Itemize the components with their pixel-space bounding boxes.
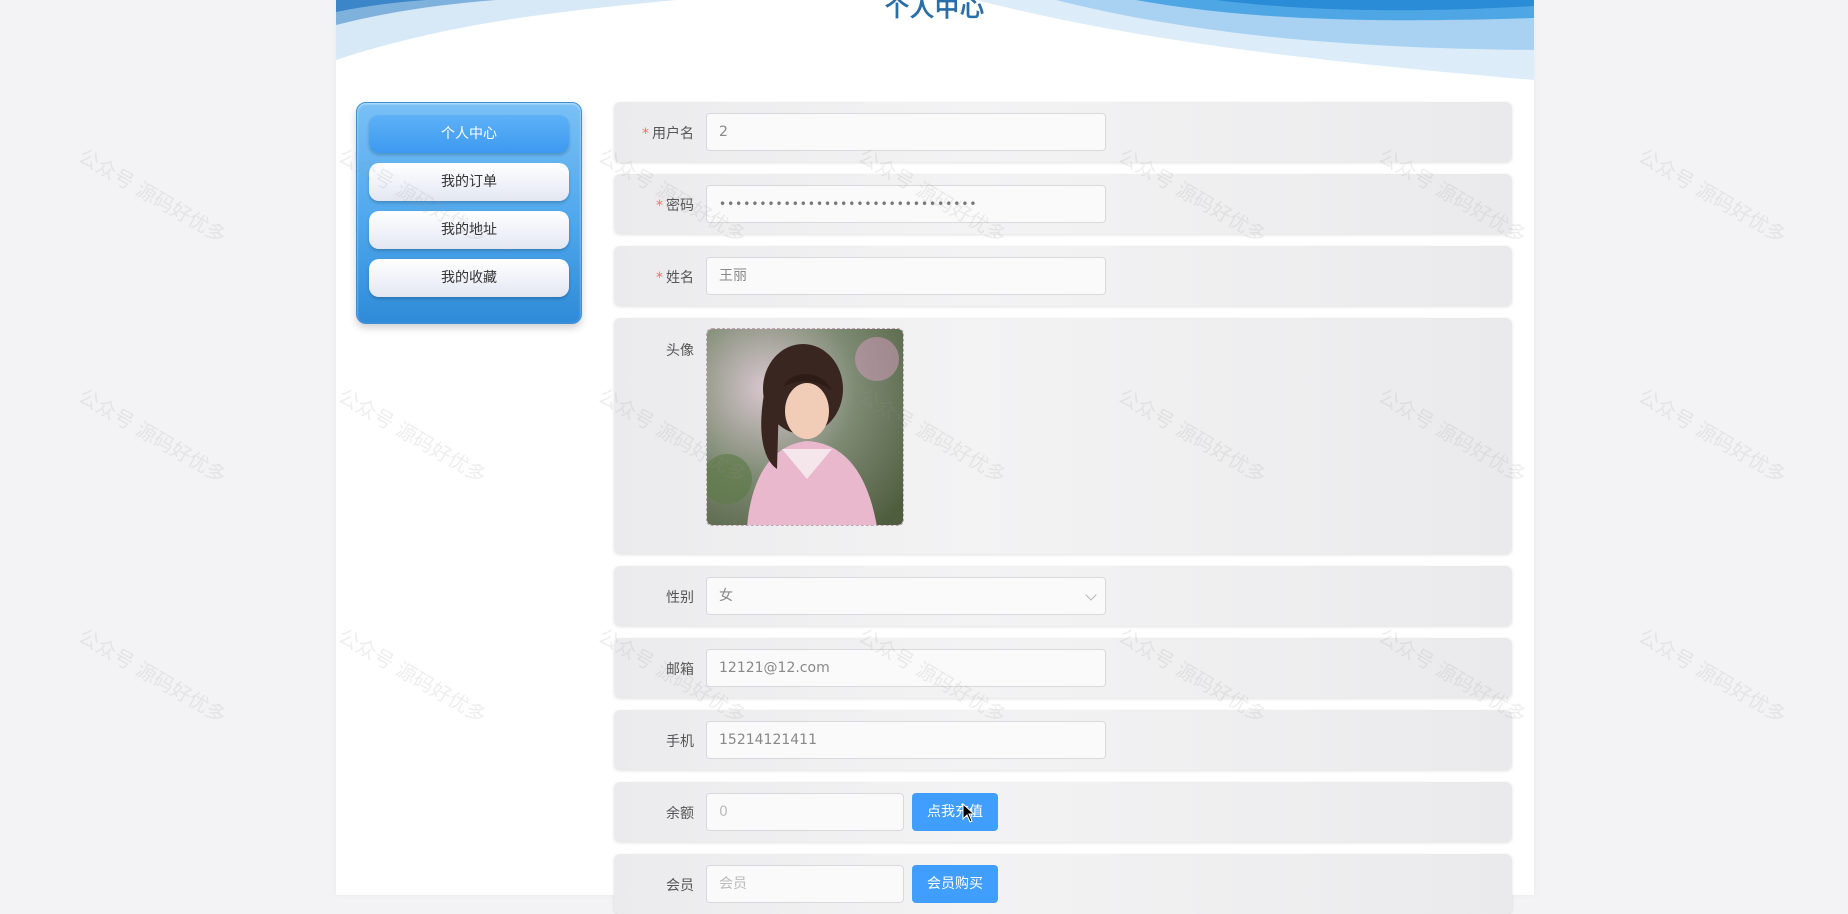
member-input[interactable]: 会员 bbox=[706, 865, 904, 903]
sidebar-item-favorites[interactable]: 我的收藏 bbox=[369, 259, 569, 297]
sidebar-menu: 个人中心 我的订单 我的地址 我的收藏 bbox=[356, 102, 582, 324]
balance-input[interactable]: 0 bbox=[706, 793, 904, 831]
name-label: * 姓名 bbox=[656, 270, 694, 286]
member-label: 会员 bbox=[666, 878, 694, 894]
required-mark: * bbox=[656, 270, 663, 286]
form-row-balance: 余额 0 点我充值 bbox=[614, 782, 1512, 842]
required-mark: * bbox=[656, 198, 663, 214]
page-container: 个人中心 个人中心 我的订单 我的地址 我的收藏 * 用户名 2 * 密码 ••••… bbox=[336, 0, 1534, 914]
sidebar-item-address[interactable]: 我的地址 bbox=[369, 211, 569, 249]
email-label: 邮箱 bbox=[666, 662, 694, 678]
chevron-down-icon bbox=[1085, 589, 1097, 601]
gender-label: 性别 bbox=[666, 590, 694, 606]
form-row-member: 会员 会员 会员购买 bbox=[614, 854, 1512, 914]
watermark-text: 公众号 源码好优多 bbox=[74, 383, 231, 488]
gender-value: 女 bbox=[719, 588, 733, 604]
form-row-username: * 用户名 2 bbox=[614, 102, 1512, 162]
sidebar-item-profile[interactable]: 个人中心 bbox=[369, 115, 569, 153]
sidebar-item-orders[interactable]: 我的订单 bbox=[369, 163, 569, 201]
mouse-cursor-icon bbox=[962, 803, 976, 823]
username-input[interactable]: 2 bbox=[706, 113, 1106, 151]
password-input[interactable]: •••••••••••••••••••••••••••••••• bbox=[706, 185, 1106, 223]
avatar-upload[interactable] bbox=[706, 328, 904, 526]
avatar-image bbox=[707, 329, 903, 525]
form-row-name: * 姓名 王丽 bbox=[614, 246, 1512, 306]
password-label: * 密码 bbox=[656, 198, 694, 214]
watermark-text: 公众号 源码好优多 bbox=[74, 623, 231, 728]
watermark-text: 公众号 源码好优多 bbox=[1634, 143, 1791, 248]
header-banner: 个人中心 bbox=[336, 0, 1534, 80]
watermark-text: 公众号 源码好优多 bbox=[74, 143, 231, 248]
phone-input[interactable]: 15214121411 bbox=[706, 721, 1106, 759]
avatar-label: 头像 bbox=[666, 343, 694, 359]
email-input[interactable]: 12121@12.com bbox=[706, 649, 1106, 687]
form-row-gender: 性别 女 bbox=[614, 566, 1512, 626]
form-row-email: 邮箱 12121@12.com bbox=[614, 638, 1512, 698]
gender-select[interactable]: 女 bbox=[706, 577, 1106, 615]
form-row-phone: 手机 15214121411 bbox=[614, 710, 1512, 770]
username-label: * 用户名 bbox=[642, 126, 694, 142]
form-row-password: * 密码 •••••••••••••••••••••••••••••••• bbox=[614, 174, 1512, 234]
buy-membership-button[interactable]: 会员购买 bbox=[912, 865, 998, 903]
watermark-text: 公众号 源码好优多 bbox=[1634, 383, 1791, 488]
recharge-button[interactable]: 点我充值 bbox=[912, 793, 998, 831]
balance-label: 余额 bbox=[666, 806, 694, 822]
page-title: 个人中心 bbox=[885, 0, 985, 22]
name-input[interactable]: 王丽 bbox=[706, 257, 1106, 295]
watermark-text: 公众号 源码好优多 bbox=[1634, 623, 1791, 728]
form-row-avatar: 头像 bbox=[614, 318, 1512, 554]
phone-label: 手机 bbox=[666, 734, 694, 750]
required-mark: * bbox=[642, 126, 649, 142]
